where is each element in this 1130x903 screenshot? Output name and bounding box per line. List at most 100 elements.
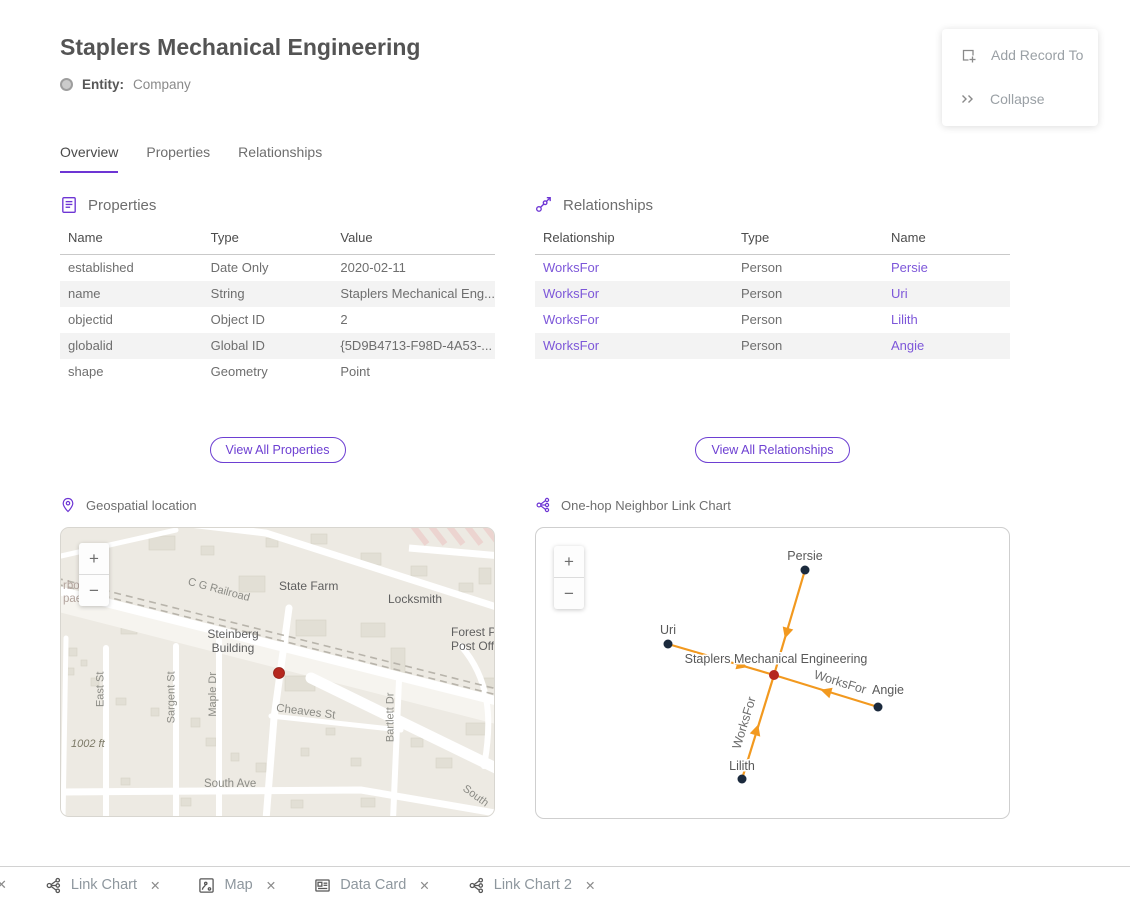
map-label-south-ave: South Ave	[204, 778, 256, 791]
section-title: Properties	[88, 197, 156, 214]
entity-location-marker	[274, 668, 285, 679]
add-record-icon	[960, 47, 977, 64]
node-label-persie: Persie	[787, 549, 822, 563]
prop-type: Global ID	[203, 333, 333, 359]
close-icon[interactable]: ✕	[585, 878, 595, 893]
rel-name-link[interactable]: Uri	[883, 281, 1010, 307]
table-row: objectid Object ID 2	[60, 307, 495, 333]
tab-relationships[interactable]: Relationships	[238, 144, 322, 173]
table-row: WorksFor Person Lilith	[535, 307, 1010, 333]
rel-type: Person	[733, 281, 883, 307]
prop-type: Date Only	[203, 255, 333, 281]
map-zoom-control: + −	[79, 543, 109, 606]
relationships-table: Relationship Type Name WorksFor Person P…	[535, 227, 1010, 359]
node-angie[interactable]	[874, 703, 883, 712]
zoom-out-button[interactable]: −	[554, 578, 584, 609]
menu-item-collapse[interactable]: Collapse	[942, 77, 1098, 121]
zoom-out-button[interactable]: −	[79, 575, 109, 606]
collapse-icon	[960, 91, 976, 107]
link-chart-canvas: WorksFor WorksFor Persie Uri Staplers Me…	[536, 528, 1010, 819]
rel-type: Person	[733, 333, 883, 359]
view-all-relationships-button[interactable]: View All Relationships	[695, 437, 849, 463]
map-label-sargent-st: Sargent St	[166, 671, 179, 723]
edge-label-worksfor: WorksFor	[812, 668, 868, 697]
entity-type-dot-icon	[60, 78, 73, 91]
close-icon[interactable]: ✕	[0, 877, 7, 893]
section-title: Geospatial location	[86, 498, 197, 513]
col-header-value: Value	[332, 227, 495, 255]
section-title: Relationships	[563, 197, 653, 214]
map-label-east-st: East St	[94, 672, 107, 707]
bottom-tab-bar: ✕ Link Chart ✕ Map ✕ Data Card ✕	[0, 866, 1130, 903]
node-uri[interactable]	[664, 640, 673, 649]
entity-label: Entity:	[82, 77, 124, 92]
rel-name-link[interactable]: Angie	[883, 333, 1010, 359]
col-header-relationship: Relationship	[535, 227, 733, 255]
prop-name: shape	[60, 359, 203, 385]
prop-value: Staplers Mechanical Eng...	[332, 281, 495, 307]
menu-item-label: Add Record To	[991, 47, 1083, 63]
properties-doc-icon	[60, 196, 78, 214]
table-row: shape Geometry Point	[60, 359, 495, 385]
menu-item-add-record-to[interactable]: Add Record To	[942, 33, 1098, 77]
map-label-state-farm: State Farm	[279, 580, 338, 594]
relationship-link[interactable]: WorksFor	[535, 307, 733, 333]
detail-tabs: Overview Properties Relationships	[60, 144, 322, 173]
relationship-link[interactable]: WorksFor	[535, 281, 733, 307]
tab-properties[interactable]: Properties	[146, 144, 210, 173]
link-chart-icon	[45, 877, 62, 894]
link-chart-zoom-control: + −	[554, 546, 584, 609]
map-label-maple-dr: Maple Dr	[207, 672, 220, 717]
close-icon[interactable]: ✕	[266, 878, 276, 893]
zoom-in-button[interactable]: +	[554, 546, 584, 577]
bottom-tab-data-card[interactable]: Data Card ✕	[314, 877, 430, 894]
table-row: established Date Only 2020-02-11	[60, 255, 495, 281]
bottom-tab-label: Link Chart	[71, 877, 137, 893]
link-chart-section: One-hop Neighbor Link Chart WorksFor Wor…	[535, 497, 1010, 819]
map-label-steinberg: Steinberg Building	[197, 628, 269, 656]
node-center-entity[interactable]	[769, 670, 779, 680]
relationship-link[interactable]: WorksFor	[535, 255, 733, 281]
relationships-icon	[535, 196, 553, 214]
map-label-forest-park: Forest Par Post Offic	[451, 626, 495, 654]
bottom-tab-label: Link Chart 2	[494, 877, 572, 893]
node-lilith[interactable]	[738, 775, 747, 784]
rel-name-link[interactable]: Lilith	[883, 307, 1010, 333]
bottom-tab-link-chart[interactable]: Link Chart ✕	[45, 877, 161, 894]
bottom-tab-map[interactable]: Map ✕	[198, 877, 276, 894]
view-all-properties-button[interactable]: View All Properties	[210, 437, 346, 463]
relationships-section: Relationships Relationship Type Name Wor…	[535, 196, 1010, 359]
col-header-name: Name	[60, 227, 203, 255]
node-label-uri: Uri	[660, 623, 676, 637]
prop-type: String	[203, 281, 333, 307]
node-persie[interactable]	[801, 566, 810, 575]
rel-type: Person	[733, 255, 883, 281]
link-chart-icon	[468, 877, 485, 894]
bottom-tab-link-chart-2[interactable]: Link Chart 2 ✕	[468, 877, 596, 894]
col-header-type: Type	[203, 227, 333, 255]
geospatial-section: Geospatial location	[60, 497, 495, 817]
prop-value: 2	[332, 307, 495, 333]
entity-type-value: Company	[133, 77, 191, 92]
close-icon[interactable]: ✕	[419, 878, 429, 893]
prop-name: objectid	[60, 307, 203, 333]
map-view[interactable]: rbourpaedics C G Railroad State Farm Loc…	[60, 527, 495, 817]
rel-name-link[interactable]: Persie	[883, 255, 1010, 281]
section-title: One-hop Neighbor Link Chart	[561, 498, 731, 513]
prop-value: {5D9B4713-F98D-4A53-...	[332, 333, 495, 359]
zoom-in-button[interactable]: +	[79, 543, 109, 574]
link-chart-view[interactable]: WorksFor WorksFor Persie Uri Staplers Me…	[535, 527, 1010, 819]
relationship-link[interactable]: WorksFor	[535, 333, 733, 359]
map-label-locksmith: Locksmith	[388, 593, 442, 607]
prop-name: name	[60, 281, 203, 307]
prop-value: Point	[332, 359, 495, 385]
tab-overview[interactable]: Overview	[60, 144, 118, 173]
close-icon[interactable]: ✕	[150, 878, 160, 893]
table-row: WorksFor Person Uri	[535, 281, 1010, 307]
map-icon	[198, 877, 215, 894]
context-menu: Add Record To Collapse	[942, 29, 1098, 126]
table-row: WorksFor Person Angie	[535, 333, 1010, 359]
menu-item-label: Collapse	[990, 91, 1044, 107]
table-row: WorksFor Person Persie	[535, 255, 1010, 281]
prop-type: Object ID	[203, 307, 333, 333]
